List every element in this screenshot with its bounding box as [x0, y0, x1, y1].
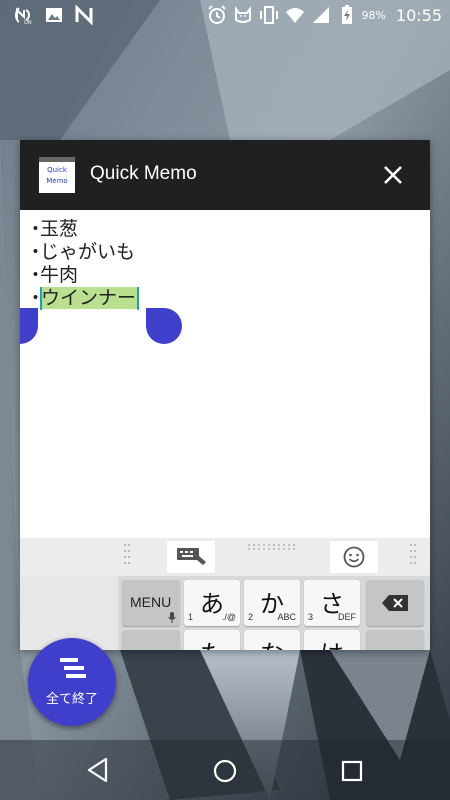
- status-bar: ON 98% 10:55: [0, 0, 450, 32]
- memo-line: ・: [20, 210, 430, 218]
- close-icon[interactable]: [378, 160, 408, 190]
- n-app-icon: [75, 5, 93, 25]
- cat-app-icon: [235, 6, 252, 23]
- vibrate-icon: [260, 6, 279, 24]
- bullet: ・: [26, 264, 46, 286]
- emoji-icon: [343, 546, 365, 568]
- svg-text:ON: ON: [24, 20, 32, 25]
- bullet: ・: [26, 287, 46, 309]
- right-arrow-key[interactable]: [366, 630, 424, 650]
- recents-icon[interactable]: [341, 760, 363, 782]
- selection-start-cursor: [40, 287, 42, 310]
- bullet: ・: [26, 218, 46, 240]
- left-arrow-key[interactable]: [122, 630, 180, 650]
- kana-key-sa[interactable]: さ 3 DEF: [304, 580, 360, 626]
- drag-handle-icon[interactable]: [410, 544, 416, 570]
- battery-charging-icon: [342, 5, 353, 24]
- mic-icon: [168, 612, 176, 623]
- bullet: ・: [26, 241, 46, 263]
- nfc-n-icon: ON: [15, 7, 32, 25]
- memo-header: Quick Memo Quick Memo: [20, 140, 430, 210]
- logo-text-bottom: Memo: [46, 177, 68, 185]
- quick-memo-window: Quick Memo Quick Memo ・ ・玉葱 ・じゃがいも ・牛肉 ・…: [20, 140, 430, 650]
- memo-line: ・じゃがいも: [20, 241, 430, 264]
- kana-key-na[interactable]: な: [244, 630, 300, 650]
- memo-line-selected: ・ウインナー: [20, 287, 430, 310]
- end-all-label: 全て終了: [45, 692, 98, 707]
- wifi-icon: [286, 8, 305, 23]
- signal-icon: [313, 7, 330, 23]
- memo-line: ・玉葱: [20, 218, 430, 241]
- selected-text[interactable]: ウインナー: [40, 287, 138, 309]
- backspace-key[interactable]: [366, 580, 424, 626]
- keyboard-switch-button[interactable]: [167, 541, 215, 573]
- kana-key-ha[interactable]: は: [304, 630, 360, 650]
- stack-clear-icon: [60, 658, 86, 678]
- memo-title: Quick Memo: [90, 163, 197, 184]
- memo-line-text: じゃがいも: [40, 241, 136, 263]
- quick-memo-logo: Quick Memo: [39, 157, 75, 193]
- kana-key-ka[interactable]: か 2 ABC: [244, 580, 300, 626]
- selection-end-cursor: [137, 287, 139, 310]
- clock: 10:55: [395, 5, 442, 25]
- keyboard-toolbar: [20, 538, 430, 576]
- navigation-bar: [0, 740, 450, 800]
- home-icon[interactable]: [212, 758, 238, 784]
- logo-text-top: Quick: [47, 166, 67, 174]
- alarm-icon: [208, 5, 227, 24]
- drag-handle-icon[interactable]: [248, 544, 300, 550]
- menu-key[interactable]: MENU: [122, 580, 180, 626]
- image-icon: [46, 8, 62, 22]
- menu-key-label: MENU: [130, 594, 172, 610]
- memo-text-area[interactable]: ・ ・玉葱 ・じゃがいも ・牛肉 ・ウインナー: [20, 210, 430, 310]
- memo-line: ・牛肉: [20, 264, 430, 287]
- selection-end-handle[interactable]: [146, 308, 182, 344]
- end-all-button[interactable]: 全て終了: [28, 638, 116, 726]
- keyboard-switch-icon: [177, 548, 206, 565]
- backspace-icon: [382, 595, 408, 611]
- emoji-button[interactable]: [330, 541, 378, 573]
- selection-start-handle[interactable]: [20, 308, 38, 344]
- kana-key-ta[interactable]: た: [184, 630, 240, 650]
- kana-key-a[interactable]: あ 1 ./@: [184, 580, 240, 626]
- memo-line-text: 牛肉: [40, 264, 79, 286]
- battery-percent: 98%: [361, 8, 386, 22]
- back-icon[interactable]: [86, 757, 110, 783]
- bullet: ・: [26, 210, 45, 218]
- drag-handle-icon[interactable]: [124, 544, 130, 570]
- memo-line-text: 玉葱: [40, 218, 79, 240]
